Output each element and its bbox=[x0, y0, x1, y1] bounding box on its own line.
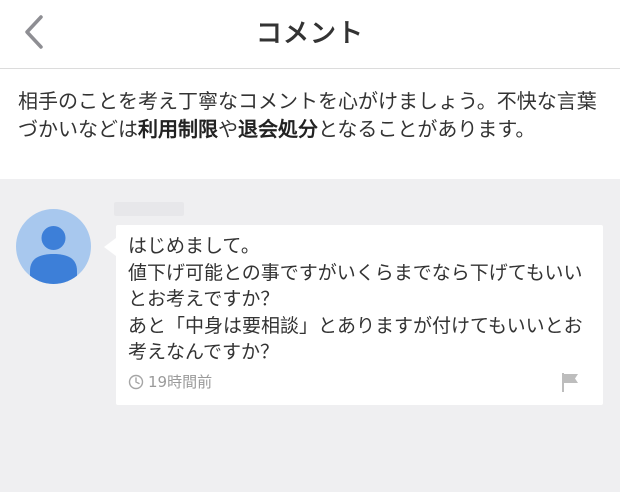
page-title: コメント bbox=[255, 19, 364, 49]
flag-icon bbox=[559, 373, 581, 397]
comment-bubble: はじめまして。 値下げ可能との事ですがいくらまでなら下げてもいいとお考えですか？… bbox=[116, 225, 603, 405]
comment-guideline-notice: 相手のことを考え丁寧なコメントを心がけましょう。不快な言葉づかいなどは利用制限や… bbox=[0, 69, 620, 179]
comment-timestamp: 19時間前 bbox=[148, 373, 213, 391]
notice-bold-withdrawal: 退会処分 bbox=[238, 117, 318, 141]
comment-meta: 19時間前 bbox=[128, 371, 212, 392]
user-avatar-icon[interactable] bbox=[16, 209, 91, 284]
comment-text: はじめまして。 値下げ可能との事ですがいくらまでなら下げてもいいとお考えですか？… bbox=[128, 235, 583, 363]
notice-text-3: となることがあります。 bbox=[318, 117, 536, 141]
notice-text-2: や bbox=[218, 117, 238, 141]
clock-icon bbox=[128, 374, 144, 390]
notice-bold-usage-restriction: 利用制限 bbox=[138, 117, 218, 141]
report-button[interactable] bbox=[559, 371, 581, 393]
username-placeholder bbox=[114, 202, 184, 216]
bubble-arrow bbox=[104, 238, 116, 256]
app-header: コメント bbox=[0, 0, 620, 69]
